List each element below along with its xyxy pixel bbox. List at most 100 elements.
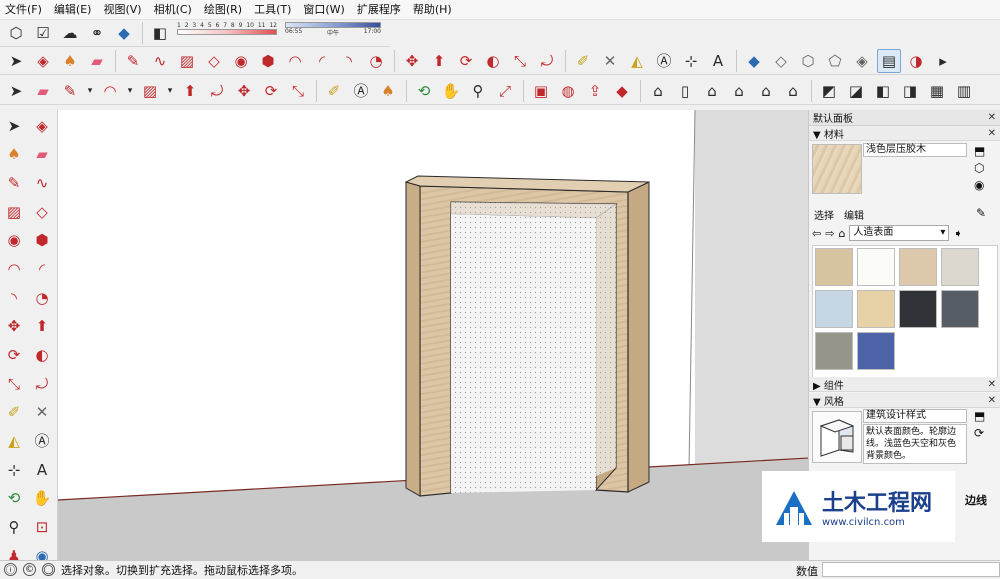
left-view-icon[interactable]: ⌂ (781, 79, 805, 103)
cube-icon[interactable]: ⬡ (4, 21, 28, 45)
forward-arrow-icon[interactable]: ⇨ (825, 227, 834, 240)
rotated-rectangle-icon[interactable]: ◇ (30, 200, 54, 224)
protractor-icon[interactable]: ◭ (2, 430, 26, 454)
make-component-icon[interactable]: ◈ (30, 114, 54, 138)
menu-camera[interactable]: 相机(C) (153, 0, 193, 20)
rotate-icon[interactable]: ⟳ (2, 344, 26, 368)
protractor-icon[interactable]: ◭ (625, 49, 649, 73)
menu-view[interactable]: 视图(V) (102, 0, 142, 20)
chevron-down-icon[interactable]: ▾ (85, 79, 95, 103)
circle-icon[interactable]: ◉ (229, 49, 253, 73)
circle-icon[interactable]: ◉ (2, 229, 26, 253)
default-material-icon[interactable]: ◉ (974, 178, 985, 192)
orbit-icon[interactable]: ⟲ (2, 487, 26, 511)
push-pull-icon[interactable]: ⬆ (427, 49, 451, 73)
move-icon[interactable]: ✥ (400, 49, 424, 73)
menu-file[interactable]: 文件(F) (4, 0, 43, 20)
close-icon[interactable]: ✕ (988, 395, 996, 406)
two-point-arc-icon[interactable]: ◜ (30, 257, 54, 281)
arc-icon[interactable]: ◠ (283, 49, 307, 73)
three-point-arc-icon[interactable]: ◝ (337, 49, 361, 73)
follow-me-icon[interactable]: ◐ (481, 49, 505, 73)
paint-bucket-icon[interactable]: ♠ (376, 79, 400, 103)
layers-icon[interactable]: ▦ (925, 79, 949, 103)
library-select[interactable]: 人造表面 ▾ (849, 225, 950, 241)
pan-hand-icon[interactable]: ✋ (30, 487, 54, 511)
create-material-icon[interactable]: ⬒ (974, 144, 985, 158)
pencil-line-icon[interactable]: ✎ (121, 49, 145, 73)
offset-icon[interactable]: ⤾ (535, 49, 559, 73)
dimension-icon[interactable]: ✕ (598, 49, 622, 73)
arc-icon[interactable]: ◠ (2, 257, 26, 281)
freehand-icon[interactable]: ∿ (148, 49, 172, 73)
material-swatch[interactable] (815, 248, 853, 286)
3d-warehouse-icon[interactable]: ▣ (529, 79, 553, 103)
details-arrow-icon[interactable]: ➧ (953, 227, 962, 240)
material-swatch[interactable] (857, 290, 895, 328)
close-icon[interactable]: ✕ (988, 128, 996, 139)
tape-measure-icon[interactable]: ✐ (571, 49, 595, 73)
update-style-icon[interactable]: ⟳ (974, 426, 985, 440)
material-name-field[interactable]: 浅色层压胶木 (863, 143, 967, 157)
style-name-field[interactable]: 建筑设计样式 (863, 409, 967, 423)
outliner-icon[interactable]: ▥ (952, 79, 976, 103)
tab-select[interactable]: 选择 (812, 207, 836, 222)
back-edges-style-icon[interactable]: ◇ (769, 49, 793, 73)
eraser-tool-icon[interactable]: ▰ (85, 49, 109, 73)
display-section-cuts-icon[interactable]: ◧ (871, 79, 895, 103)
two-point-arc-icon[interactable]: ◜ (310, 49, 334, 73)
tape-measure-icon[interactable]: ✐ (322, 79, 346, 103)
rotate-icon[interactable]: ⟳ (454, 49, 478, 73)
right-view-icon[interactable]: ⌂ (727, 79, 751, 103)
extension-manager-icon[interactable]: ◆ (610, 79, 634, 103)
scale-icon[interactable]: ⤡ (286, 79, 310, 103)
eraser-icon[interactable]: ◧ (148, 21, 172, 45)
xray-style-icon[interactable]: ◆ (742, 49, 766, 73)
dimension-icon[interactable]: ✕ (30, 401, 54, 425)
material-swatch[interactable] (815, 290, 853, 328)
zoom-icon[interactable]: ⚲ (2, 516, 26, 540)
scale-icon[interactable]: ⤡ (2, 372, 26, 396)
more-tools-icon[interactable]: ▸ (931, 49, 955, 73)
3d-text-icon[interactable]: A (706, 49, 730, 73)
monochrome-style-icon[interactable]: ◑ (904, 49, 928, 73)
menu-help[interactable]: 帮助(H) (412, 0, 453, 20)
extension-warehouse-icon[interactable]: ◆ (112, 21, 136, 45)
material-swatch[interactable] (899, 248, 937, 286)
follow-me-icon[interactable]: ◐ (30, 344, 54, 368)
rectangle-icon[interactable]: ▨ (2, 200, 26, 224)
scale-icon[interactable]: ⤡ (508, 49, 532, 73)
chevron-down-icon[interactable]: ▾ (165, 79, 175, 103)
make-component-icon[interactable]: ◈ (31, 49, 55, 73)
shaded-style-icon[interactable]: ◈ (850, 49, 874, 73)
push-pull-icon[interactable]: ⬆ (30, 315, 54, 339)
material-swatch[interactable] (857, 248, 895, 286)
arc-icon[interactable]: ◠ (98, 79, 122, 103)
polygon-icon[interactable]: ⬢ (30, 229, 54, 253)
select-arrow-icon[interactable]: ➤ (4, 79, 28, 103)
info-icon[interactable]: ⓘ (4, 563, 17, 576)
zoom-icon[interactable]: ⚲ (466, 79, 490, 103)
select-arrow-icon[interactable]: ➤ (2, 114, 26, 138)
back-arrow-icon[interactable]: ⇦ (812, 227, 821, 240)
close-icon[interactable]: ✕ (988, 379, 996, 390)
axes-icon[interactable]: ⊹ (2, 458, 26, 482)
section-fill-icon[interactable]: ◨ (898, 79, 922, 103)
pie-icon[interactable]: ◔ (364, 49, 388, 73)
front-view-icon[interactable]: ⌂ (700, 79, 724, 103)
create-style-icon[interactable]: ⬒ (974, 409, 985, 423)
three-point-arc-icon[interactable]: ◝ (2, 286, 26, 310)
check-model-icon[interactable]: ☑ (31, 21, 55, 45)
3d-text-icon[interactable]: A (30, 458, 54, 482)
paint-bucket-icon[interactable]: ♠ (2, 143, 26, 167)
text-label-icon[interactable]: Ⓐ (349, 79, 373, 103)
back-view-icon[interactable]: ⌂ (754, 79, 778, 103)
text-label-icon[interactable]: Ⓐ (652, 49, 676, 73)
axes-icon[interactable]: ⊹ (679, 49, 703, 73)
offset-icon[interactable]: ⤾ (205, 79, 229, 103)
material-swatch[interactable] (941, 290, 979, 328)
display-secondary-icon[interactable]: ⬡ (974, 161, 985, 175)
material-swatch[interactable] (941, 248, 979, 286)
chevron-down-icon[interactable]: ▾ (125, 79, 135, 103)
paint-bucket-icon[interactable]: ♠ (58, 49, 82, 73)
